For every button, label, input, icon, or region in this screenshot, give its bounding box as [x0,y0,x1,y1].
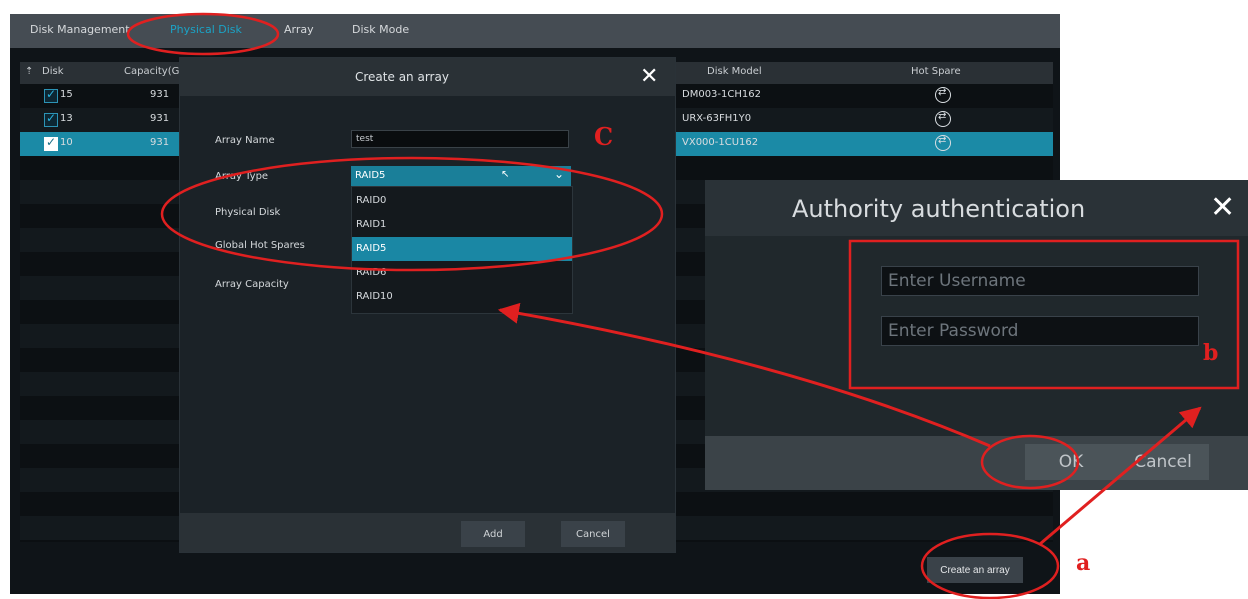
array-type-select[interactable]: RAID5 ↖ ⌄ [351,166,571,186]
array-name-input[interactable] [351,130,569,148]
auth-title: Authority authentication [792,195,1086,223]
auth-titlebar: Authority authentication ✕ [705,180,1248,236]
authority-auth-dialog: Authority authentication ✕ Enter Usernam… [705,180,1248,490]
col-disk[interactable]: Disk [42,66,63,77]
hot-spare-icon[interactable] [935,135,951,151]
global-hot-spares-label: Global Hot Spares [215,240,305,251]
col-disk-model[interactable]: Disk Model [707,66,762,77]
array-name-label: Array Name [215,135,275,146]
cursor-icon: ↖ [501,169,510,180]
annotation-b: b [1203,340,1219,366]
annotation-a: a [1076,550,1091,576]
hot-spare-icon[interactable] [935,111,951,127]
array-type-label: Array Type [215,171,269,182]
array-type-dropdown: RAID0 RAID1 RAID5 RAID6 RAID10 [351,186,573,314]
tab-disk-management[interactable]: Disk Management [30,23,130,36]
tab-bar: Disk Management Physical Disk Array Disk… [10,14,1060,48]
dialog-title: Create an array [355,70,449,84]
cancel-button[interactable]: Cancel [1117,444,1209,480]
tab-array[interactable]: Array [284,23,314,36]
close-icon[interactable]: ✕ [640,64,658,89]
disk-cell: 13 [60,113,73,124]
option-raid1[interactable]: RAID1 [352,213,572,237]
model-cell: DM003-1CH162 [682,89,761,100]
physical-disk-label: Physical Disk [215,207,281,218]
model-cell: VX000-1CU162 [682,137,759,148]
row-checkbox[interactable] [44,135,58,151]
password-input[interactable]: Enter Password [881,316,1199,346]
option-raid10[interactable]: RAID10 [352,285,572,309]
create-array-button[interactable]: Create an array [927,557,1023,583]
option-raid0[interactable]: RAID0 [352,189,572,213]
array-capacity-label: Array Capacity [215,279,289,290]
sort-icon[interactable]: ⇡ [25,66,33,77]
tab-disk-mode[interactable]: Disk Mode [352,23,409,36]
option-raid5[interactable]: RAID5 [352,237,572,261]
tab-physical-disk[interactable]: Physical Disk [170,23,242,36]
capacity-cell: 931 [150,89,170,100]
option-raid6[interactable]: RAID6 [352,261,572,285]
close-icon[interactable]: ✕ [1210,190,1235,225]
col-hot-spare[interactable]: Hot Spare [911,66,961,77]
ok-button[interactable]: OK [1025,444,1117,480]
capacity-cell: 931 [150,137,170,148]
model-cell: URX-63FH1Y0 [682,113,752,124]
disk-cell: 10 [60,137,73,148]
annotation-c: C [594,122,614,151]
add-button[interactable]: Add [461,521,525,547]
cancel-button[interactable]: Cancel [561,521,625,547]
username-input[interactable]: Enter Username [881,266,1199,296]
row-checkbox[interactable] [44,111,58,127]
chevron-down-icon[interactable]: ⌄ [554,167,564,181]
hot-spare-icon[interactable] [935,87,951,103]
disk-cell: 15 [60,89,73,100]
row-checkbox[interactable] [44,87,58,103]
selected-value: RAID5 [355,170,386,181]
col-capacity[interactable]: Capacity(GI [124,66,182,77]
capacity-cell: 931 [150,113,170,124]
dialog-titlebar: Create an array ✕ [180,58,675,96]
